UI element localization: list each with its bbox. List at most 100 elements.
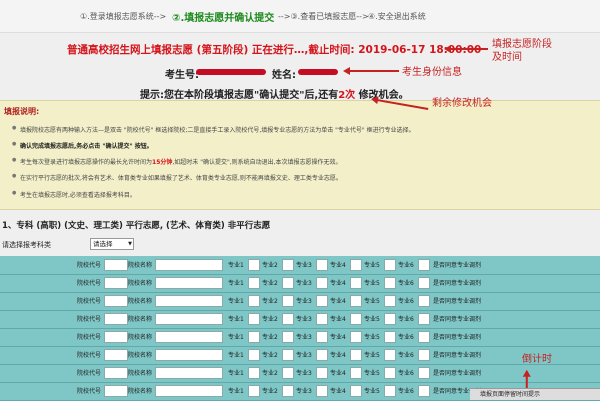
column-label: 专业5 [364, 262, 380, 269]
grid-input[interactable] [282, 367, 294, 379]
column-label: 院校代号 [77, 280, 102, 287]
grid-input[interactable] [104, 313, 128, 325]
column-label: 专业5 [364, 352, 380, 359]
column-label: 院校名称 [128, 388, 153, 395]
grid-input[interactable] [418, 331, 430, 343]
grid-input[interactable] [384, 259, 396, 271]
grid-input[interactable] [350, 331, 362, 343]
grid-input[interactable] [384, 313, 396, 325]
column-label: 专业4 [330, 316, 346, 323]
annotation-stage: 填报志愿阶段 及时间 [492, 39, 552, 63]
annotation-identity: 考生身份信息 [402, 67, 462, 78]
grid-input[interactable] [350, 313, 362, 325]
column-label: 专业3 [296, 298, 312, 305]
column-label: 是否同意专业调剂 [433, 352, 482, 359]
grid-input[interactable] [282, 259, 294, 271]
grid-input[interactable] [316, 295, 328, 307]
grid-input[interactable] [418, 295, 430, 307]
grid-input[interactable] [155, 349, 223, 361]
column-label: 是否同意专业调剂 [433, 262, 482, 269]
grid-input[interactable] [155, 277, 223, 289]
column-label: 专业2 [262, 334, 278, 341]
grid-input[interactable] [282, 385, 294, 397]
step-1: ①.登录填报志愿系统--> [80, 12, 167, 21]
grid-input[interactable] [418, 277, 430, 289]
grid-input[interactable] [418, 385, 430, 397]
grid-input[interactable] [282, 277, 294, 289]
grid-input[interactable] [316, 313, 328, 325]
grid-input[interactable] [316, 385, 328, 397]
grid-input[interactable] [350, 349, 362, 361]
grid-input[interactable] [282, 313, 294, 325]
annotation-arrow-stage [444, 45, 488, 52]
column-label: 专业3 [296, 352, 312, 359]
grid-input[interactable] [418, 259, 430, 271]
grid-input[interactable] [418, 349, 430, 361]
grid-input[interactable] [316, 259, 328, 271]
grid-input[interactable] [104, 367, 128, 379]
grid-input[interactable] [384, 331, 396, 343]
grid-input[interactable] [248, 367, 260, 379]
grid-input[interactable] [104, 295, 128, 307]
column-label: 院校代号 [77, 370, 102, 377]
column-label: 院校名称 [128, 280, 153, 287]
grid-input[interactable] [282, 349, 294, 361]
category-select[interactable]: 请选择 ▼ [90, 238, 134, 250]
grid-input[interactable] [248, 349, 260, 361]
grid-input[interactable] [248, 385, 260, 397]
column-label: 是否同意专业调剂 [433, 334, 482, 341]
grid-input[interactable] [350, 385, 362, 397]
grid-input[interactable] [248, 295, 260, 307]
grid-input[interactable] [316, 349, 328, 361]
column-label: 院校代号 [77, 334, 102, 341]
column-label: 院校名称 [128, 298, 153, 305]
grid-input[interactable] [350, 295, 362, 307]
grid-input[interactable] [248, 313, 260, 325]
grid-input[interactable] [104, 259, 128, 271]
column-label: 专业2 [262, 316, 278, 323]
grid-input[interactable] [282, 295, 294, 307]
column-label: 院校代号 [77, 388, 102, 395]
grid-input[interactable] [384, 295, 396, 307]
grid-input[interactable] [316, 277, 328, 289]
column-label: 专业4 [330, 280, 346, 287]
chevron-down-icon: ▼ [128, 241, 132, 247]
column-label: 专业4 [330, 262, 346, 269]
grid-input[interactable] [384, 349, 396, 361]
instruction-item: 考生每次登录进行填报志愿操作的最长允许时间为15分钟,如超时未 "确认提交",则… [12, 157, 342, 166]
grid-input[interactable] [248, 277, 260, 289]
grid-input[interactable] [155, 385, 223, 397]
grid-input[interactable] [350, 277, 362, 289]
grid-input[interactable] [316, 367, 328, 379]
column-label: 专业3 [296, 388, 312, 395]
grid-input[interactable] [384, 367, 396, 379]
table-row: 院校代号 院校名称 专业1 专业2 专业3 专业4 专业5 专业6 是否同意专业调剂 [0, 364, 600, 383]
instruction-item: 在实行平行志愿的批次,将会有艺术、体育类专业如果填报了艺术、体育类专业志愿,则不… [12, 173, 342, 182]
column-label: 专业4 [330, 352, 346, 359]
grid-input[interactable] [316, 331, 328, 343]
grid-input[interactable] [155, 313, 223, 325]
grid-input[interactable] [104, 349, 128, 361]
column-label: 专业3 [296, 370, 312, 377]
grid-input[interactable] [104, 385, 128, 397]
grid-input[interactable] [282, 331, 294, 343]
grid-input[interactable] [418, 367, 430, 379]
grid-input[interactable] [155, 367, 223, 379]
column-label: 专业2 [262, 298, 278, 305]
column-label: 专业1 [228, 352, 244, 359]
grid-input[interactable] [155, 259, 223, 271]
grid-input[interactable] [384, 385, 396, 397]
grid-input[interactable] [248, 331, 260, 343]
column-label: 院校名称 [128, 370, 153, 377]
grid-input[interactable] [104, 331, 128, 343]
grid-input[interactable] [248, 259, 260, 271]
grid-input[interactable] [350, 367, 362, 379]
grid-input[interactable] [418, 313, 430, 325]
grid-input[interactable] [155, 295, 223, 307]
column-label: 是否同意专业调剂 [433, 370, 482, 377]
grid-input[interactable] [104, 277, 128, 289]
grid-input[interactable] [384, 277, 396, 289]
grid-input[interactable] [350, 259, 362, 271]
column-label: 专业6 [398, 334, 414, 341]
grid-input[interactable] [155, 331, 223, 343]
